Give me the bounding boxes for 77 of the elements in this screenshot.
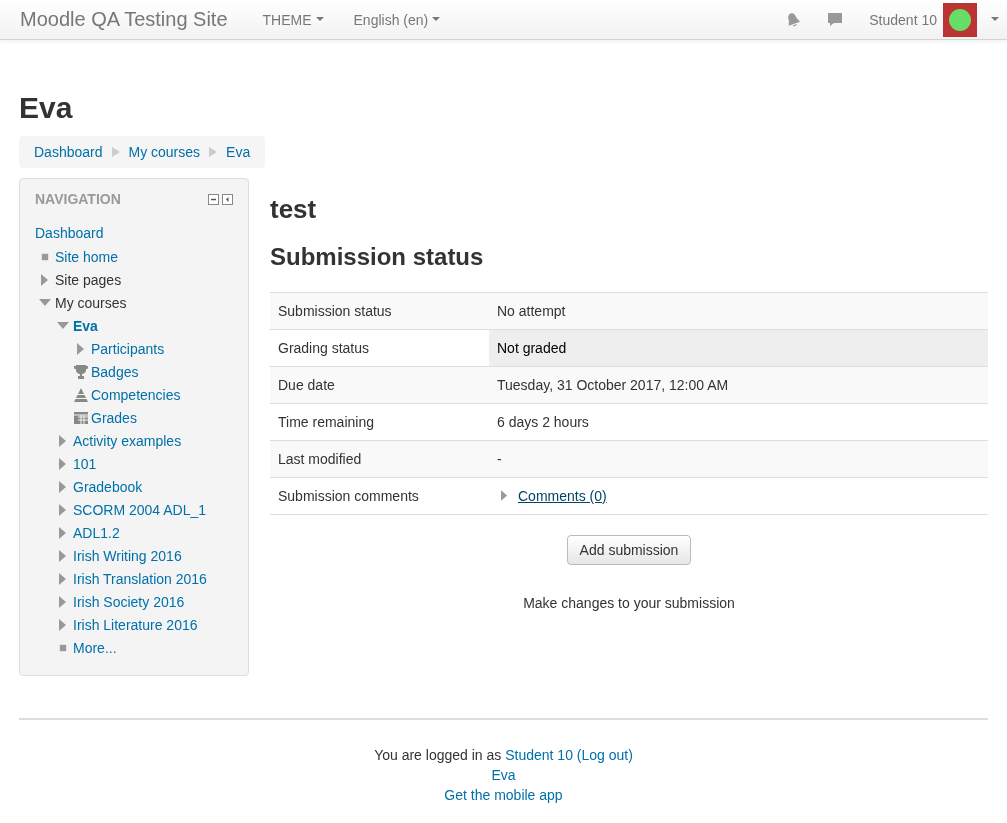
caret-right-icon[interactable]: [501, 490, 508, 502]
hint-text: Make changes to your submission: [522, 595, 736, 611]
trophy-icon: [73, 363, 89, 380]
caret-icon: [432, 17, 441, 22]
nav-item[interactable]: Competencies: [91, 386, 181, 403]
nav-item[interactable]: Irish Literature 2016: [73, 616, 198, 633]
nav-item[interactable]: Irish Writing 2016: [73, 547, 182, 564]
caret-down-icon[interactable]: [57, 321, 69, 330]
caret-right-icon[interactable]: [59, 572, 67, 585]
dropdown-menu[interactable]: English (en): [353, 11, 441, 28]
nav-item[interactable]: 101: [73, 455, 97, 472]
table-cell: Submission status: [270, 292, 489, 330]
caret-right-icon[interactable]: [59, 595, 67, 608]
message-icon[interactable]: [827, 11, 844, 28]
caret-icon: [315, 17, 324, 22]
caret-down-icon[interactable]: [39, 298, 51, 307]
caret-right-icon[interactable]: [59, 526, 67, 539]
nav-item[interactable]: Irish Translation 2016: [73, 570, 207, 587]
section-title: Submission status: [270, 242, 485, 272]
nav-item[interactable]: Grades: [91, 409, 137, 426]
bullet-icon: [41, 252, 49, 261]
nav-item[interactable]: Gradebook: [73, 478, 143, 495]
nav-item[interactable]: SCORM 2004 ADL_1: [73, 501, 207, 518]
site-name[interactable]: Moodle QA Testing Site: [20, 8, 228, 31]
breadcrumb-link[interactable]: My courses: [128, 144, 201, 160]
caret-right-icon[interactable]: [59, 503, 67, 516]
caret-right-icon[interactable]: [59, 480, 67, 493]
table-cell: 6 days 2 hours: [489, 403, 988, 441]
table-cell: Tuesday, 31 October 2017, 12:00 AM: [489, 366, 988, 404]
nav-item[interactable]: Irish Society 2016: [73, 593, 185, 610]
table-icon: [73, 409, 89, 426]
caret-right-icon[interactable]: [59, 434, 67, 447]
nav-item[interactable]: More...: [73, 639, 117, 656]
nav-item[interactable]: Dashboard: [35, 222, 233, 245]
table-cell: Not graded: [489, 329, 988, 367]
table-cell: Due date: [270, 366, 489, 404]
separator-icon: [209, 147, 218, 157]
table-cell: No attempt: [489, 292, 988, 330]
avatar-icon[interactable]: [943, 2, 977, 37]
collapse-icon[interactable]: [208, 193, 219, 205]
block-title: NAVIGATION: [35, 191, 121, 207]
caret-right-icon[interactable]: [59, 549, 67, 562]
add-submission-button[interactable]: Add submission: [566, 535, 692, 565]
nav-item[interactable]: Site pages: [55, 271, 122, 288]
nav-item[interactable]: My courses: [55, 294, 127, 311]
nav-item[interactable]: ADL1.2: [73, 524, 120, 541]
user-link[interactable]: Student 10: [505, 747, 573, 763]
separator-icon: [111, 147, 120, 157]
comments-link[interactable]: Comments (0): [518, 487, 607, 504]
breadcrumb-link[interactable]: Eva: [226, 144, 251, 160]
table-cell: Last modified: [270, 440, 489, 478]
caret-right-icon[interactable]: [41, 273, 49, 286]
dock-icon[interactable]: [222, 193, 233, 205]
nav-item[interactable]: Activity examples: [73, 432, 182, 449]
breadcrumb-link[interactable]: Dashboard: [34, 144, 103, 160]
nav-item[interactable]: Site home: [55, 248, 119, 265]
nav-item[interactable]: Eva: [73, 317, 98, 334]
nav-item[interactable]: Participants: [91, 340, 165, 357]
bullet-icon: [59, 643, 67, 652]
footer-text: You are logged in as: [374, 747, 502, 763]
notification-bell-icon[interactable]: [785, 11, 802, 28]
table-cell: Submission comments: [270, 477, 489, 515]
caret-right-icon[interactable]: [77, 342, 85, 355]
table-cell: Time remaining: [270, 403, 489, 441]
caret-right-icon[interactable]: [59, 457, 67, 470]
mobile-app-link[interactable]: Get the mobile app: [444, 787, 563, 803]
table-cell: -: [489, 440, 988, 478]
user-name[interactable]: Student 10: [869, 11, 937, 28]
logout-link[interactable]: (Log out): [576, 747, 633, 763]
course-link[interactable]: Eva: [491, 767, 516, 783]
page-title: Eva: [19, 92, 74, 124]
pyramid-icon: [73, 386, 89, 403]
dropdown-menu[interactable]: THEME: [262, 11, 324, 28]
caret-icon[interactable]: [991, 17, 999, 22]
nav-item[interactable]: Badges: [91, 363, 139, 380]
activity-title: test: [270, 194, 318, 224]
caret-right-icon[interactable]: [59, 618, 67, 631]
